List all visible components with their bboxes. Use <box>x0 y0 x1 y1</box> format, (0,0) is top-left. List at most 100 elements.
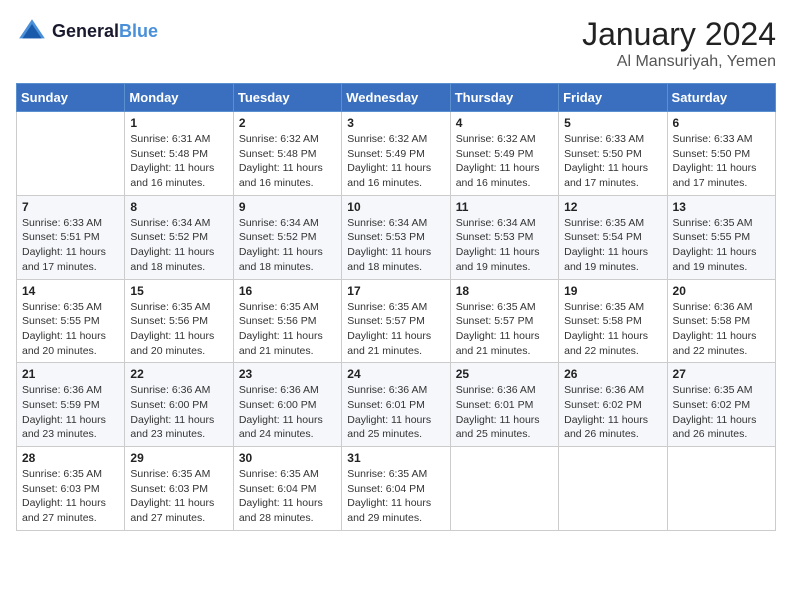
day-cell <box>450 447 558 531</box>
day-number: 21 <box>22 367 119 381</box>
day-cell: 13 Sunrise: 6:35 AM Sunset: 5:55 PM Dayli… <box>667 195 775 279</box>
day-info: Sunrise: 6:33 AM Sunset: 5:50 PM Dayligh… <box>564 132 661 191</box>
day-info: Sunrise: 6:35 AM Sunset: 5:57 PM Dayligh… <box>456 300 553 359</box>
day-info: Sunrise: 6:32 AM Sunset: 5:48 PM Dayligh… <box>239 132 336 191</box>
week-row-1: 1Sunrise: 6:31 AM Sunset: 5:48 PM Daylig… <box>17 112 776 196</box>
week-row-4: 21Sunrise: 6:36 AM Sunset: 5:59 PM Dayli… <box>17 363 776 447</box>
calendar-header: SundayMondayTuesdayWednesdayThursdayFrid… <box>17 84 776 112</box>
logo: GeneralBlue <box>16 16 158 48</box>
day-cell <box>559 447 667 531</box>
day-info: Sunrise: 6:35 AM Sunset: 6:04 PM Dayligh… <box>239 467 336 526</box>
day-cell: 24 Sunrise: 6:36 AM Sunset: 6:01 PM Dayli… <box>342 363 450 447</box>
day-number: 28 <box>22 451 119 465</box>
day-number: 6 <box>673 116 770 130</box>
day-info: Sunrise: 6:35 AM Sunset: 5:54 PM Dayligh… <box>564 216 661 275</box>
col-header-sunday: Sunday <box>17 84 125 112</box>
day-cell: 2 Sunrise: 6:32 AM Sunset: 5:48 PM Daylig… <box>233 112 341 196</box>
page-header: GeneralBlue January 2024 Al Mansuriyah, … <box>16 16 776 71</box>
day-number: 8 <box>130 200 227 214</box>
day-cell: 22 Sunrise: 6:36 AM Sunset: 6:00 PM Dayli… <box>125 363 233 447</box>
day-number: 29 <box>130 451 227 465</box>
day-cell: 7 Sunrise: 6:33 AM Sunset: 5:51 PM Daylig… <box>17 195 125 279</box>
day-number: 11 <box>456 200 553 214</box>
day-number: 7 <box>22 200 119 214</box>
day-info: Sunrise: 6:35 AM Sunset: 6:03 PM Dayligh… <box>130 467 227 526</box>
day-cell: 12 Sunrise: 6:35 AM Sunset: 5:54 PM Dayli… <box>559 195 667 279</box>
day-info: Sunrise: 6:32 AM Sunset: 5:49 PM Dayligh… <box>347 132 444 191</box>
logo-text: GeneralBlue <box>52 22 158 42</box>
day-info: Sunrise: 6:35 AM Sunset: 6:02 PM Dayligh… <box>673 383 770 442</box>
day-info: Sunrise: 6:34 AM Sunset: 5:53 PM Dayligh… <box>347 216 444 275</box>
day-cell: 5 Sunrise: 6:33 AM Sunset: 5:50 PM Daylig… <box>559 112 667 196</box>
col-header-wednesday: Wednesday <box>342 84 450 112</box>
day-cell <box>667 447 775 531</box>
day-number: 31 <box>347 451 444 465</box>
day-number: 22 <box>130 367 227 381</box>
day-number: 26 <box>564 367 661 381</box>
day-info: Sunrise: 6:35 AM Sunset: 5:58 PM Dayligh… <box>564 300 661 359</box>
day-cell: 21Sunrise: 6:36 AM Sunset: 5:59 PM Dayli… <box>17 363 125 447</box>
day-number: 14 <box>22 284 119 298</box>
day-cell: 16 Sunrise: 6:35 AM Sunset: 5:56 PM Dayli… <box>233 279 341 363</box>
day-number: 27 <box>673 367 770 381</box>
week-row-3: 14 Sunrise: 6:35 AM Sunset: 5:55 PM Dayli… <box>17 279 776 363</box>
day-info: Sunrise: 6:35 AM Sunset: 5:57 PM Dayligh… <box>347 300 444 359</box>
day-info: Sunrise: 6:35 AM Sunset: 5:55 PM Dayligh… <box>22 300 119 359</box>
day-cell: 27 Sunrise: 6:35 AM Sunset: 6:02 PM Dayli… <box>667 363 775 447</box>
day-cell: 30 Sunrise: 6:35 AM Sunset: 6:04 PM Dayli… <box>233 447 341 531</box>
day-info: Sunrise: 6:36 AM Sunset: 6:00 PM Dayligh… <box>239 383 336 442</box>
location-title: Al Mansuriyah, Yemen <box>582 53 776 71</box>
day-info: Sunrise: 6:35 AM Sunset: 5:56 PM Dayligh… <box>130 300 227 359</box>
day-cell: 14 Sunrise: 6:35 AM Sunset: 5:55 PM Dayli… <box>17 279 125 363</box>
header-row: SundayMondayTuesdayWednesdayThursdayFrid… <box>17 84 776 112</box>
day-cell: 4 Sunrise: 6:32 AM Sunset: 5:49 PM Daylig… <box>450 112 558 196</box>
day-cell: 20 Sunrise: 6:36 AM Sunset: 5:58 PM Dayli… <box>667 279 775 363</box>
day-number: 12 <box>564 200 661 214</box>
day-number: 30 <box>239 451 336 465</box>
col-header-tuesday: Tuesday <box>233 84 341 112</box>
day-number: 19 <box>564 284 661 298</box>
day-info: Sunrise: 6:35 AM Sunset: 5:56 PM Dayligh… <box>239 300 336 359</box>
day-cell <box>17 112 125 196</box>
day-cell: 23 Sunrise: 6:36 AM Sunset: 6:00 PM Dayli… <box>233 363 341 447</box>
day-cell: 29 Sunrise: 6:35 AM Sunset: 6:03 PM Dayli… <box>125 447 233 531</box>
day-number: 2 <box>239 116 336 130</box>
logo-icon <box>16 16 48 48</box>
day-number: 13 <box>673 200 770 214</box>
col-header-friday: Friday <box>559 84 667 112</box>
day-number: 20 <box>673 284 770 298</box>
day-number: 18 <box>456 284 553 298</box>
day-number: 17 <box>347 284 444 298</box>
day-info: Sunrise: 6:34 AM Sunset: 5:52 PM Dayligh… <box>130 216 227 275</box>
day-number: 5 <box>564 116 661 130</box>
month-title: January 2024 <box>582 16 776 53</box>
day-info: Sunrise: 6:34 AM Sunset: 5:52 PM Dayligh… <box>239 216 336 275</box>
day-cell: 17 Sunrise: 6:35 AM Sunset: 5:57 PM Dayli… <box>342 279 450 363</box>
day-cell: 10 Sunrise: 6:34 AM Sunset: 5:53 PM Dayli… <box>342 195 450 279</box>
col-header-saturday: Saturday <box>667 84 775 112</box>
day-number: 10 <box>347 200 444 214</box>
day-number: 25 <box>456 367 553 381</box>
day-info: Sunrise: 6:35 AM Sunset: 5:55 PM Dayligh… <box>673 216 770 275</box>
day-info: Sunrise: 6:36 AM Sunset: 5:58 PM Dayligh… <box>673 300 770 359</box>
col-header-monday: Monday <box>125 84 233 112</box>
day-number: 9 <box>239 200 336 214</box>
day-info: Sunrise: 6:36 AM Sunset: 6:01 PM Dayligh… <box>347 383 444 442</box>
day-info: Sunrise: 6:36 AM Sunset: 6:00 PM Dayligh… <box>130 383 227 442</box>
day-number: 24 <box>347 367 444 381</box>
day-cell: 1Sunrise: 6:31 AM Sunset: 5:48 PM Daylig… <box>125 112 233 196</box>
day-cell: 31Sunrise: 6:35 AM Sunset: 6:04 PM Dayli… <box>342 447 450 531</box>
day-number: 23 <box>239 367 336 381</box>
day-info: Sunrise: 6:32 AM Sunset: 5:49 PM Dayligh… <box>456 132 553 191</box>
week-row-2: 7 Sunrise: 6:33 AM Sunset: 5:51 PM Daylig… <box>17 195 776 279</box>
day-cell: 26Sunrise: 6:36 AM Sunset: 6:02 PM Dayli… <box>559 363 667 447</box>
day-info: Sunrise: 6:33 AM Sunset: 5:50 PM Dayligh… <box>673 132 770 191</box>
day-cell: 15Sunrise: 6:35 AM Sunset: 5:56 PM Dayli… <box>125 279 233 363</box>
day-cell: 9 Sunrise: 6:34 AM Sunset: 5:52 PM Daylig… <box>233 195 341 279</box>
day-info: Sunrise: 6:33 AM Sunset: 5:51 PM Dayligh… <box>22 216 119 275</box>
day-number: 4 <box>456 116 553 130</box>
day-cell: 11Sunrise: 6:34 AM Sunset: 5:53 PM Dayli… <box>450 195 558 279</box>
day-number: 16 <box>239 284 336 298</box>
day-number: 1 <box>130 116 227 130</box>
calendar-table: SundayMondayTuesdayWednesdayThursdayFrid… <box>16 83 776 531</box>
